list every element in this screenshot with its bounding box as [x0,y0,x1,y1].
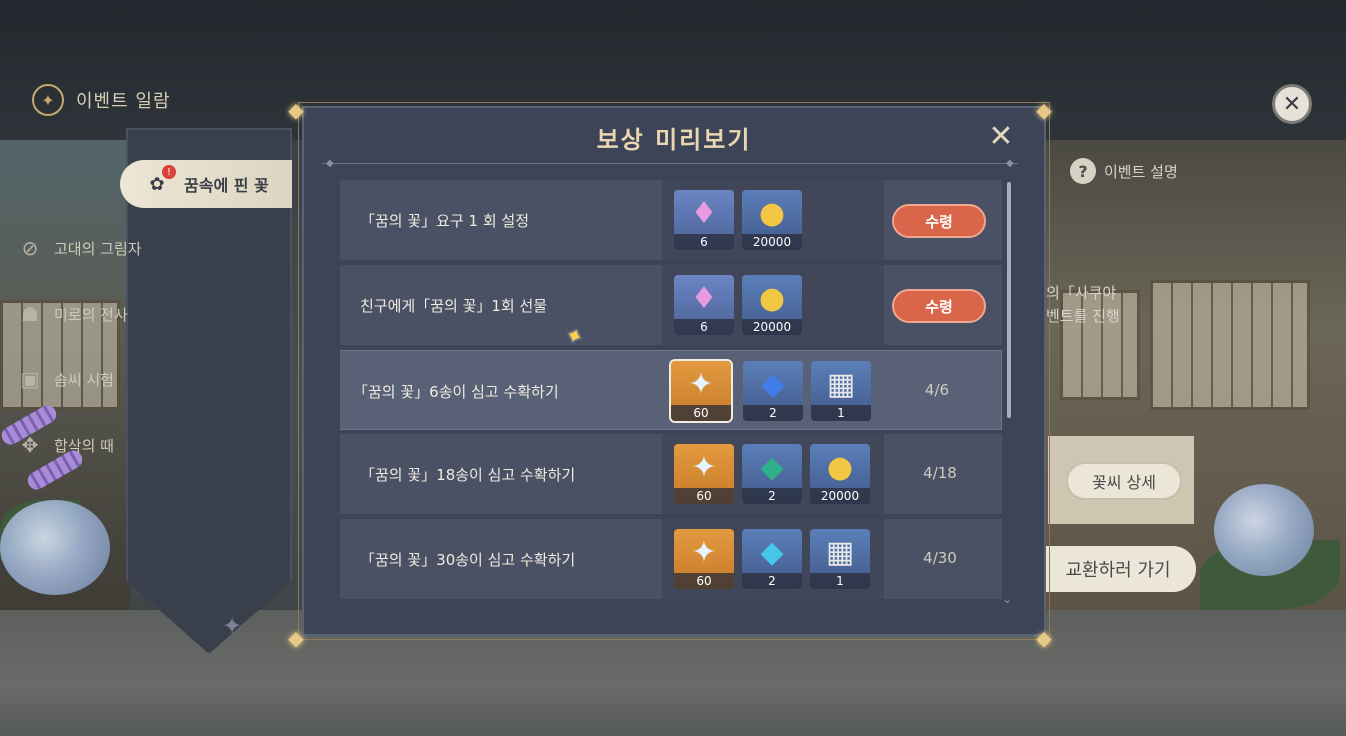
reward-item[interactable]: ▦ 1 [811,361,871,421]
reward-count: 6 [674,319,734,335]
reward-count: 2 [742,488,802,504]
reward-count: 60 [671,405,731,421]
event-description: 의「사쿠야 벤트를 진행 [1046,282,1120,328]
cards-icon: ▣ [20,367,40,391]
reward-count: 2 [743,405,803,421]
sidebar-item-label: 솜씨 시험 [54,370,114,389]
mora-coin-icon: ● [758,280,786,316]
help-label: 이벤트 설명 [1104,162,1178,181]
reward-item[interactable]: ● 20000 [742,190,802,250]
reward-count: 6 [674,234,734,250]
reward-item[interactable]: ♦ 6 [674,190,734,250]
reward-count: 20000 [742,234,802,250]
warrior-mask-icon: ☗ [21,302,39,326]
sidebar-item-skill-test[interactable]: ▣ 솜씨 시험 [14,363,114,395]
ancient-shield-icon: ⊘ [21,236,39,260]
reward-item[interactable]: ● 20000 [810,444,870,504]
reward-count: 20000 [810,488,870,504]
modal-close-button[interactable]: ✕ [986,122,1016,152]
description-line: 벤트를 진행 [1046,307,1120,325]
task-name: 친구에게「꿈의 꽃」1회 선물 [360,297,548,315]
intertwined-star-icon: ✦ [691,534,717,570]
lantern-icon: ✥ [21,433,39,457]
exchange-button[interactable]: 교환하러 가기 [1040,546,1196,592]
blue-crystal-icon: ◆ [761,366,785,402]
reward-count: 2 [742,573,802,589]
event-list-header: ✦ 이벤트 일람 [32,84,171,116]
reward-item[interactable]: ◆ 2 [742,529,802,589]
event-help[interactable]: ? 이벤트 설명 [1070,158,1178,184]
divider-ornament-icon: ◆ [326,158,334,169]
gift-box-icon: ▦ [825,534,855,570]
intertwined-star-icon: ✦ [688,366,714,402]
green-crystal-icon: ◆ [760,449,784,485]
corner-ornament-icon: ◆ [1036,626,1052,650]
task-name: 「꿈의 꽃」요구 1 회 설정 [360,212,530,230]
divider [322,163,1018,164]
reward-list[interactable]: 「꿈의 꽃」요구 1 회 설정 ♦ 6 ● 20000 수령 친구에게「꿈의 꽃… [340,180,1002,604]
reward-item[interactable]: ● 20000 [742,275,802,335]
scrollbar[interactable] [1007,182,1011,418]
task-name: 「꿈의 꽃」18송이 심고 수확하기 [360,466,576,484]
reward-row: 「꿈의 꽃」요구 1 회 설정 ♦ 6 ● 20000 수령 [340,180,1002,260]
sparkle-icon: ✦ [222,612,243,640]
task-progress: 4/18 [923,464,957,482]
reward-row: 「꿈의 꽃」30송이 심고 수확하기 ✦ 60 ◆ 2 ▦ 1 4/30 [340,519,1002,599]
intertwined-star-icon: ✦ [691,449,717,485]
question-icon: ? [1070,158,1096,184]
sidebar-item-ancient-shadow[interactable]: ⊘ 고대의 그림자 [14,232,142,264]
reward-item[interactable]: ◆ 2 [742,444,802,504]
hydrangea [0,500,110,595]
corner-ornament-icon: ◆ [288,626,304,650]
sidebar-item-label: 합삭의 때 [54,436,114,455]
reward-row: 친구에게「꿈의 꽃」1회 선물 ♦ 6 ● 20000 수령 [340,265,1002,345]
primogem-crystal-icon: ♦ [690,195,718,231]
reward-item[interactable]: ◆ 2 [743,361,803,421]
compass-icon: ✦ [32,84,64,116]
sidebar-item-dream-flower[interactable]: ✿ ! 꿈속에 핀 꽃 [120,160,292,208]
sidebar-item-maze-warrior[interactable]: ☗ 미로의 전사 [14,298,128,330]
shoji-screen [1150,280,1310,410]
reward-item[interactable]: ▦ 1 [810,529,870,589]
description-line: 의「사쿠야 [1046,284,1117,302]
sidebar-item-label: 미로의 전사 [54,305,128,324]
seed-details-button[interactable]: 꽃씨 상세 [1066,462,1182,500]
divider-ornament-icon: ◆ [1006,158,1014,169]
reward-count: 1 [810,573,870,589]
potted-flower-icon: ✿ ! [142,165,176,199]
reward-item[interactable]: ✦ 60 [674,529,734,589]
gift-box-icon: ▦ [826,366,856,402]
sidebar-item-label: 고대의 그림자 [54,239,142,258]
reward-row: 「꿈의 꽃」18송이 심고 수확하기 ✦ 60 ◆ 2 ● 20000 4/18 [340,434,1002,514]
cyan-crystal-icon: ◆ [760,534,784,570]
reward-row-selected: 「꿈의 꽃」6송이 심고 수확하기 ✦ 60 ◆ 2 ▦ 1 4/6 [340,350,1002,430]
reward-item[interactable]: ✦ 60 [674,444,734,504]
reward-item[interactable]: ♦ 6 [674,275,734,335]
notification-badge: ! [162,165,176,179]
event-list-title: 이벤트 일람 [76,91,171,112]
claim-button[interactable]: 수령 [892,289,986,323]
mora-coin-icon: ● [758,195,786,231]
task-progress: 4/30 [923,549,957,567]
corner-ornament-icon: ◆ [288,98,304,122]
sidebar-item-new-moon[interactable]: ✥ 합삭의 때 [14,429,114,461]
primogem-crystal-icon: ♦ [690,280,718,316]
sidebar-item-label: 꿈속에 핀 꽃 [184,176,269,195]
claim-button[interactable]: 수령 [892,204,986,238]
reward-count: 20000 [742,319,802,335]
reward-count: 60 [674,573,734,589]
modal-title: 보상 미리보기 [596,126,752,154]
task-progress: 4/6 [924,381,950,399]
hydrangea [1214,484,1314,576]
chevron-down-icon[interactable]: ⌄ [1002,592,1012,606]
corner-ornament-icon: ◆ [1036,98,1052,122]
mora-coin-icon: ● [826,449,854,485]
close-button[interactable]: ✕ [1272,84,1312,124]
task-name: 「꿈의 꽃」30송이 심고 수확하기 [360,551,576,569]
reward-count: 1 [811,405,871,421]
task-name: 「꿈의 꽃」6송이 심고 수확하기 [353,383,559,401]
reward-count: 60 [674,488,734,504]
reward-item[interactable]: ✦ 60 [669,359,733,423]
